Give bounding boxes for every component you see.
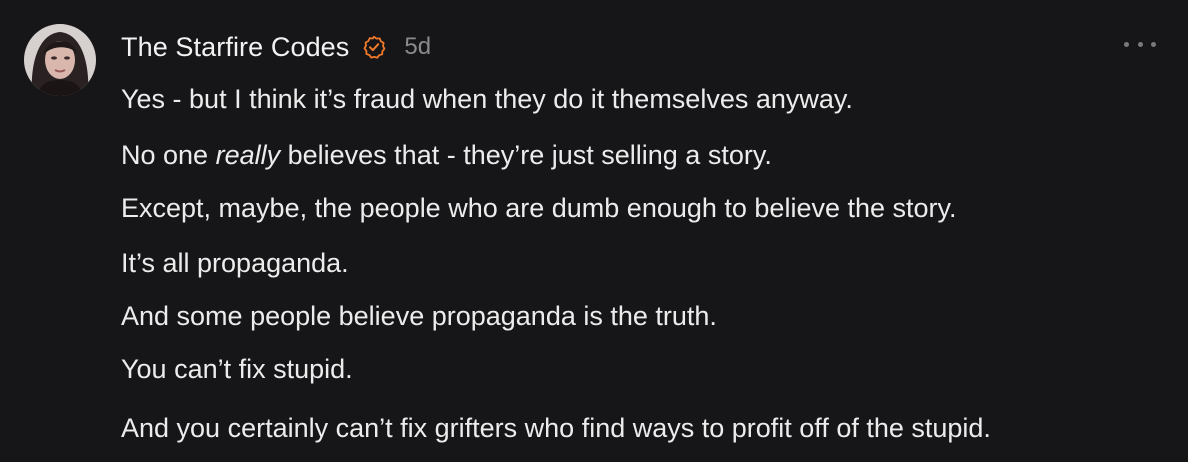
comment-line: Except, maybe, the people who are dumb e… <box>121 193 957 223</box>
post-header: The Starfire Codes 5d <box>121 30 431 64</box>
comment-line: Yes - but I think it’s fraud when they d… <box>121 84 853 114</box>
avatar[interactable] <box>24 24 96 96</box>
post-time[interactable]: 5d <box>404 33 431 61</box>
line-text: believes that - they’re just selling a s… <box>280 140 772 170</box>
dot <box>1151 41 1156 47</box>
comment-line: It’s all propaganda. <box>121 248 349 278</box>
comment-card: The Starfire Codes 5d Yes - but I think … <box>0 0 1188 462</box>
comment-line: No one really believes that - they’re ju… <box>121 138 772 172</box>
dot <box>1124 41 1129 47</box>
dot <box>1137 41 1143 47</box>
comment-line: You can’t fix stupid. <box>121 354 353 384</box>
comment-line: And you certainly can’t fix grifters who… <box>121 413 991 443</box>
emphasis-text: really <box>215 140 281 170</box>
verified-check-icon <box>362 35 386 59</box>
author-name[interactable]: The Starfire Codes <box>121 32 349 63</box>
line-text: No one <box>121 140 216 170</box>
comment-line: And some people believe propaganda is th… <box>121 301 717 331</box>
more-dots-icon[interactable] <box>1124 36 1156 52</box>
